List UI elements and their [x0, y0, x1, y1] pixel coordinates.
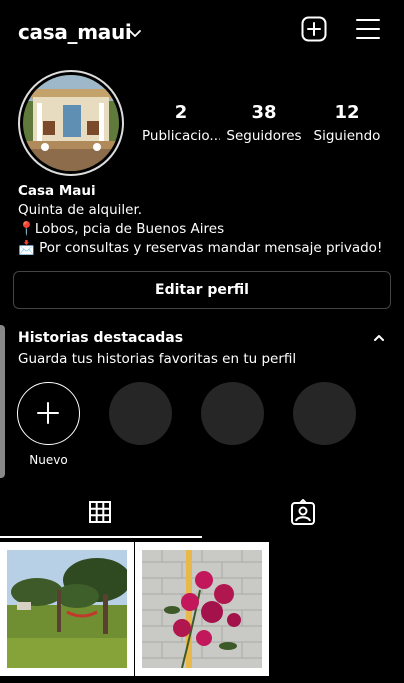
grid-icon[interactable]	[88, 500, 112, 524]
bio-contact: 📩 Por consultas y reservas mandar mensaj…	[18, 240, 383, 256]
bio-location: 📍Lobos, pcia de Buenos Aires	[18, 221, 225, 237]
profile-photo	[23, 75, 119, 171]
highlight-placeholder	[293, 382, 356, 445]
plus-square-icon[interactable]	[301, 16, 327, 42]
plus-icon	[37, 402, 59, 424]
pin-icon: 📍	[18, 221, 35, 237]
post-thumbnail[interactable]	[0, 542, 134, 676]
post-thumbnail[interactable]	[135, 542, 269, 676]
posts-count[interactable]: 2 Publicacio...	[142, 102, 220, 144]
post-image	[142, 550, 262, 668]
highlights-title: Historias destacadas	[18, 330, 184, 346]
username[interactable]: casa_maui	[18, 20, 132, 44]
edit-profile-button[interactable]: Editar perfil	[13, 271, 391, 309]
bio-line: Quinta de alquiler.	[18, 202, 143, 218]
tab-indicator	[0, 536, 202, 538]
new-highlight-button[interactable]	[17, 382, 80, 445]
highlight-placeholder	[109, 382, 172, 445]
new-highlight-label: Nuevo	[29, 453, 68, 467]
bio: Casa Maui Quinta de alquiler. 📍Lobos, pc…	[18, 182, 382, 258]
chevron-down-icon[interactable]	[128, 26, 142, 40]
highlight-placeholder	[201, 382, 264, 445]
avatar[interactable]	[18, 70, 124, 176]
side-handle	[0, 325, 5, 478]
highlights-subtitle: Guarda tus historias favoritas en tu per…	[18, 351, 297, 367]
followers-count[interactable]: 38 Seguidores	[226, 102, 302, 144]
following-count[interactable]: 12 Siguiendo	[312, 102, 382, 144]
top-bar: casa_maui	[0, 0, 404, 64]
hamburger-menu-icon[interactable]	[355, 17, 381, 41]
chevron-up-icon[interactable]	[372, 333, 386, 343]
tagged-person-icon[interactable]	[289, 499, 317, 527]
display-name: Casa Maui	[18, 183, 96, 199]
envelope-icon: 📩	[18, 240, 35, 256]
post-image	[7, 550, 127, 668]
